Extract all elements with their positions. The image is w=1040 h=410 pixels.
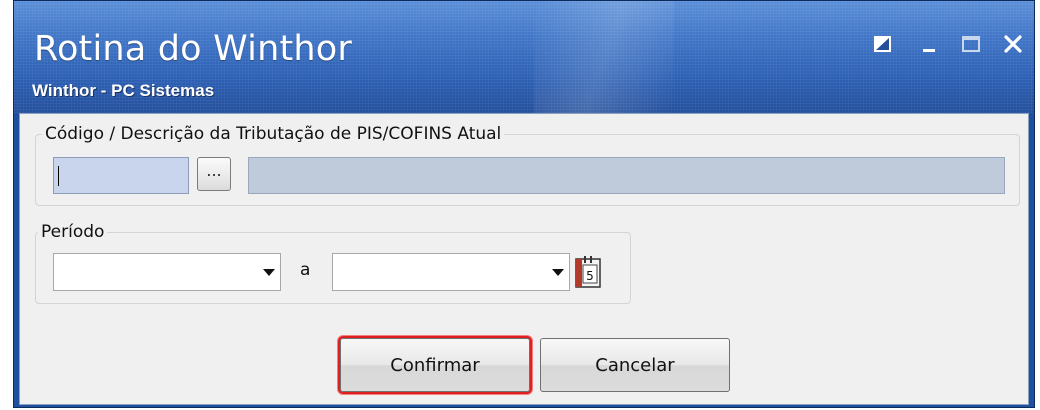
text-caret — [58, 166, 59, 186]
window-title: Rotina do Winthor — [34, 29, 352, 69]
window-subtitle: Winthor - PC Sistemas — [32, 81, 215, 100]
period-separator: a — [300, 260, 311, 280]
svg-text:5: 5 — [586, 269, 594, 283]
cancel-button[interactable]: Cancelar — [540, 338, 730, 392]
periodo-group: Período a 5 — [35, 222, 631, 304]
tributacao-code-input[interactable] — [53, 157, 189, 194]
dialog-body: Código / Descrição da Tributação de PIS/… — [19, 113, 1029, 405]
maximize-icon[interactable] — [960, 33, 982, 55]
restore-icon[interactable] — [872, 33, 894, 55]
tributacao-group: Código / Descrição da Tributação de PIS/… — [35, 124, 1020, 206]
dropdown-arrow-icon[interactable] — [552, 269, 564, 276]
title-bar[interactable]: Rotina do Winthor Winthor - PC Sistemas — [14, 1, 1034, 113]
minimize-icon[interactable] — [920, 33, 942, 55]
calendar-icon[interactable]: 5 — [575, 255, 601, 289]
periodo-group-label: Período — [38, 222, 108, 242]
period-start-select[interactable] — [53, 253, 281, 291]
dialog-window: Rotina do Winthor Winthor - PC Sistemas — [13, 0, 1035, 408]
dropdown-arrow-icon[interactable] — [263, 269, 275, 276]
period-end-select[interactable] — [332, 253, 570, 291]
tributacao-group-label: Código / Descrição da Tributação de PIS/… — [42, 124, 505, 144]
confirm-button[interactable]: Confirmar — [340, 338, 530, 392]
tributacao-description-field — [248, 157, 1005, 194]
lookup-button[interactable]: ... — [197, 157, 231, 191]
close-icon[interactable] — [1002, 33, 1024, 55]
